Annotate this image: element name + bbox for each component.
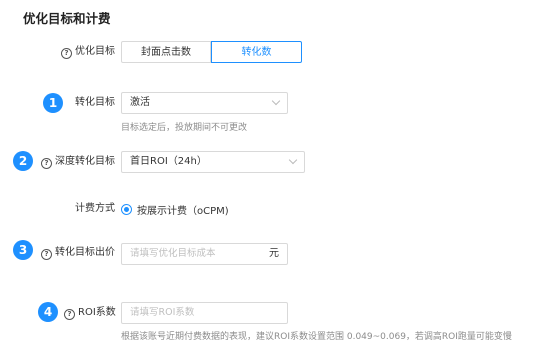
conversion-goal-value: 激活 — [130, 97, 150, 108]
conversion-bid-placeholder: 请填写优化目标成本 — [130, 248, 216, 259]
step-badge-1: 1 — [43, 93, 63, 113]
question-circle-icon[interactable]: ? — [61, 48, 72, 59]
step-badge-2: 2 — [13, 151, 33, 171]
step-badge-4: 4 — [38, 302, 58, 322]
conversion-goal-label: 转化目标 — [75, 97, 115, 108]
billing-option[interactable]: 按展示计费（oCPM) — [121, 202, 229, 217]
billing-option-label: 按展示计费（oCPM) — [137, 206, 229, 217]
opt-goal-label: ? 优化目标 — [61, 45, 115, 59]
conversion-goal-select[interactable]: 激活 — [121, 92, 288, 114]
section-title: 优化目标和计费 — [23, 11, 111, 26]
step-badge-3: 3 — [13, 240, 33, 260]
opt-goal-segmented: 封面点击数 转化数 — [121, 41, 302, 63]
chevron-down-icon — [288, 155, 298, 165]
opt-goal-option-conversion[interactable]: 转化数 — [211, 41, 302, 63]
question-circle-icon[interactable]: ? — [64, 309, 75, 320]
billing-label: 计费方式 — [75, 203, 115, 214]
roi-coef-input[interactable]: 请填写ROI系数 — [121, 302, 288, 324]
chevron-down-icon — [271, 96, 281, 106]
currency-suffix: 元 — [269, 248, 279, 259]
conversion-goal-hint: 目标选定后，投放期间不可更改 — [121, 123, 248, 133]
roi-coef-placeholder: 请填写ROI系数 — [130, 307, 195, 318]
question-circle-icon[interactable]: ? — [41, 249, 52, 260]
question-circle-icon[interactable]: ? — [41, 158, 52, 169]
conversion-bid-label: ? 转化目标出价 — [41, 246, 115, 260]
roi-coef-label: ? ROI系数 — [64, 306, 116, 320]
roi-coef-label-text: ROI系数 — [78, 307, 116, 318]
deep-conversion-goal-label-text: 深度转化目标 — [55, 156, 115, 167]
conversion-bid-input[interactable]: 请填写优化目标成本 元 — [121, 243, 288, 265]
opt-goal-option-cover-click[interactable]: 封面点击数 — [121, 41, 211, 63]
conversion-bid-label-text: 转化目标出价 — [55, 247, 115, 258]
roi-coef-hint: 根据该账号近期付费数据的表现，建议ROI系数设置范围 0.049~0.069，若… — [121, 332, 512, 342]
billing-radio[interactable] — [121, 204, 132, 215]
deep-conversion-goal-label: ? 深度转化目标 — [41, 155, 115, 169]
deep-conversion-goal-value: 首日ROI（24h） — [130, 156, 207, 167]
opt-goal-label-text: 优化目标 — [75, 46, 115, 57]
deep-conversion-goal-select[interactable]: 首日ROI（24h） — [121, 151, 305, 173]
